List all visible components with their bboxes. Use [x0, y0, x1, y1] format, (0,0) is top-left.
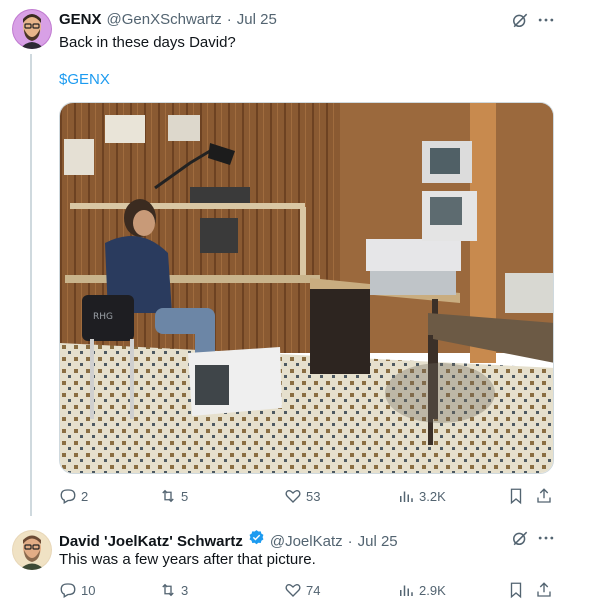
tweet1-separator: · [226, 11, 232, 28]
tweet1-like-count: 53 [306, 488, 321, 504]
more-icon[interactable] [536, 528, 556, 553]
reply-icon [60, 489, 76, 504]
grok-icon[interactable] [510, 10, 530, 35]
tweet2-display-name[interactable]: David 'JoelKatz' Schwartz [59, 533, 243, 550]
tweet2-separator: · [347, 533, 353, 550]
tweet1-retweet-button[interactable]: 5 [159, 487, 188, 505]
like-icon [285, 489, 301, 503]
tweet1-header: GENX @GenXSchwartz · Jul 25 [59, 11, 277, 28]
tweet1-text: Back in these days David? [59, 34, 236, 51]
like-icon [285, 583, 301, 597]
tweet1-bookmark-button[interactable] [507, 487, 525, 505]
tweet2-share-button[interactable] [535, 581, 553, 599]
share-icon [537, 582, 551, 597]
tweet1-cashtag[interactable]: $GENX [59, 71, 110, 88]
thread-connector [30, 54, 32, 516]
retweet-icon [162, 583, 174, 597]
tweet2-views-button[interactable]: 2.9K [397, 581, 446, 599]
tweet1-actions: 2 5 53 3.2K [59, 486, 559, 506]
tweet2-bookmark-button[interactable] [507, 581, 525, 599]
tweet2-reply-count: 10 [81, 582, 96, 598]
tweet1-reply-count: 2 [81, 488, 89, 504]
bookmark-icon [510, 582, 522, 599]
tweet1-reply-button[interactable]: 2 [59, 487, 88, 505]
tweet1-share-button[interactable] [535, 487, 553, 505]
tweet2-header: David 'JoelKatz' Schwartz @JoelKatz · Ju… [59, 529, 398, 550]
tweet1-date[interactable]: Jul 25 [237, 11, 277, 28]
retweet-icon [162, 489, 174, 503]
tweet2-like-count: 74 [306, 582, 321, 598]
views-icon [400, 585, 413, 596]
tweet2-text: This was a few years after that picture. [59, 551, 316, 568]
tweet2-views-count: 2.9K [419, 582, 446, 598]
tweet2-actions: 10 3 74 2.9K [59, 580, 559, 600]
share-icon [537, 488, 551, 503]
tweet1-photo[interactable]: RHG [59, 102, 554, 474]
verified-badge-icon [249, 530, 264, 545]
tweet2-date[interactable]: Jul 25 [358, 533, 398, 550]
bookmark-icon [510, 488, 522, 505]
chair-watermark: RHG [93, 312, 113, 322]
views-icon [400, 491, 413, 502]
tweet1-like-button[interactable]: 53 [284, 487, 320, 505]
tweet1-display-name[interactable]: GENX [59, 11, 102, 28]
tweet2-like-button[interactable]: 74 [284, 581, 320, 599]
reply-icon [60, 583, 76, 598]
avatar-genx[interactable] [12, 9, 52, 49]
tweet1-handle[interactable]: @GenXSchwartz [107, 11, 222, 28]
tweet1-views-count: 3.2K [419, 488, 446, 504]
tweet2-handle[interactable]: @JoelKatz [270, 533, 343, 550]
tweet2-reply-button[interactable]: 10 [59, 581, 95, 599]
avatar-joelkatz[interactable] [12, 530, 52, 570]
tweet2-retweet-count: 3 [181, 582, 189, 598]
more-icon[interactable] [536, 10, 556, 35]
tweet1-views-button[interactable]: 3.2K [397, 487, 446, 505]
tweet1-retweet-count: 5 [181, 488, 189, 504]
tweet2-retweet-button[interactable]: 3 [159, 581, 188, 599]
grok-icon[interactable] [510, 528, 530, 553]
